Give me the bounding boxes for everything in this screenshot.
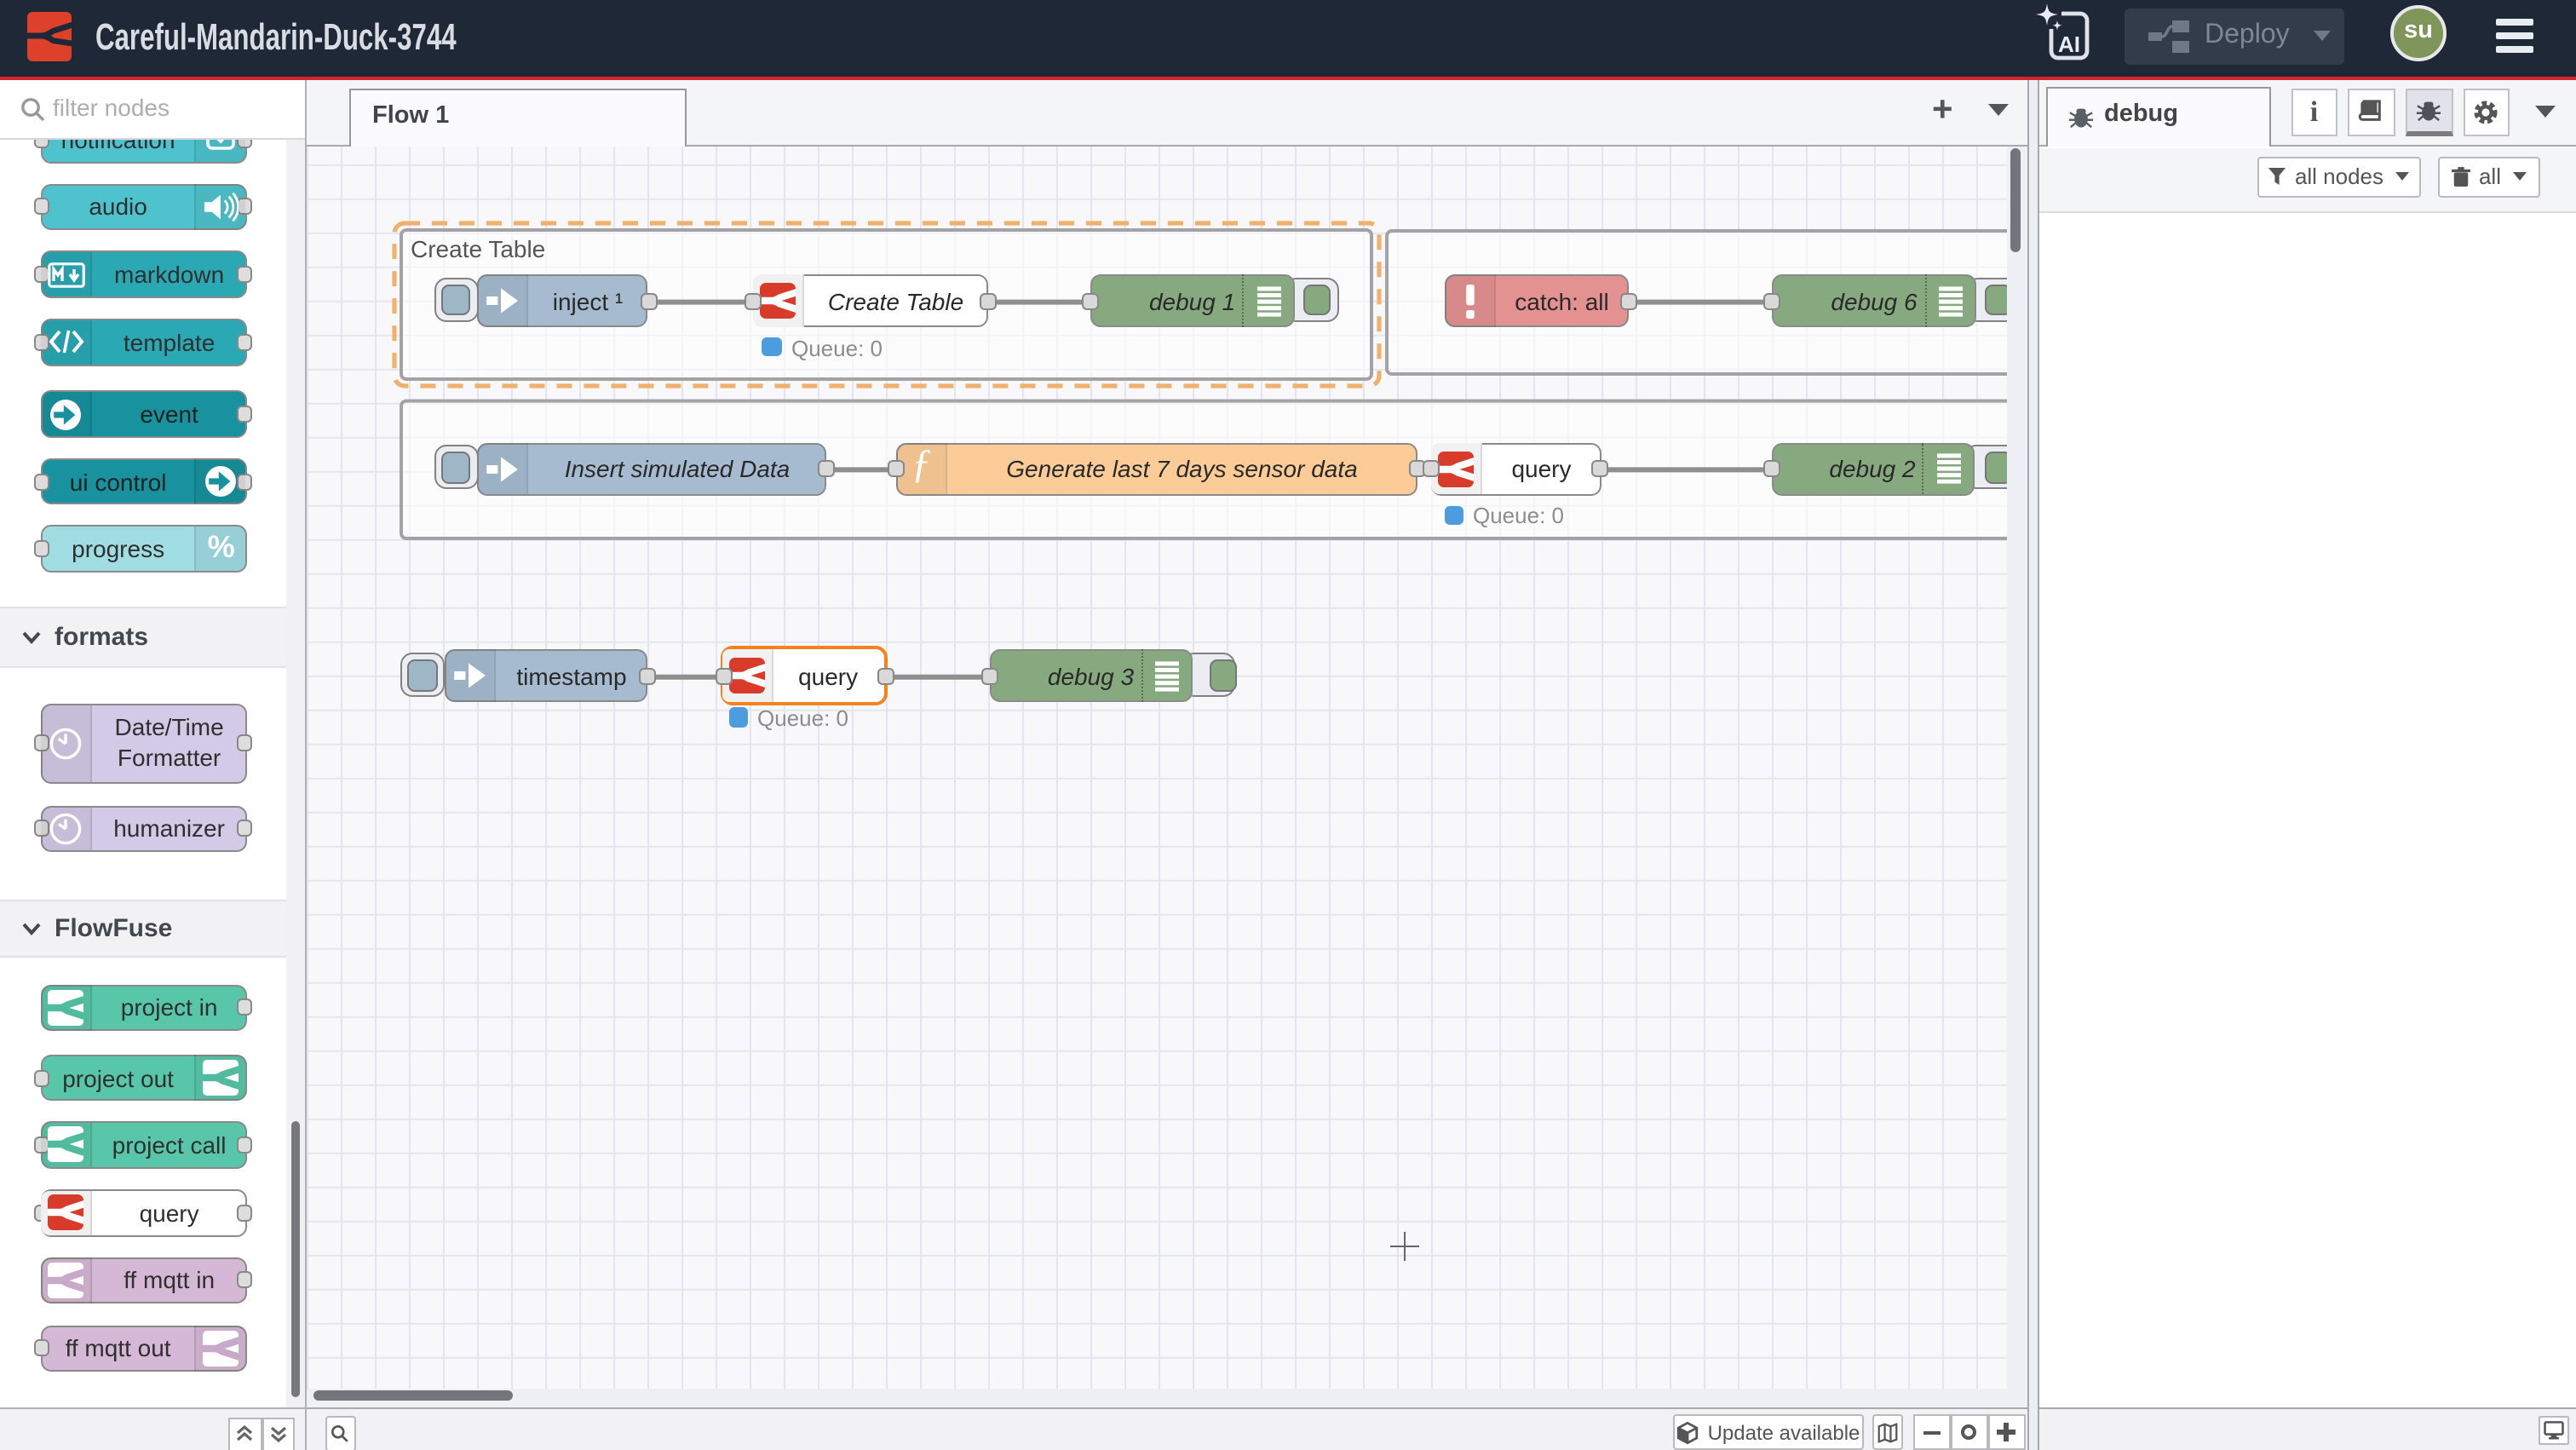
svg-text:AI: AI xyxy=(2058,32,2080,57)
